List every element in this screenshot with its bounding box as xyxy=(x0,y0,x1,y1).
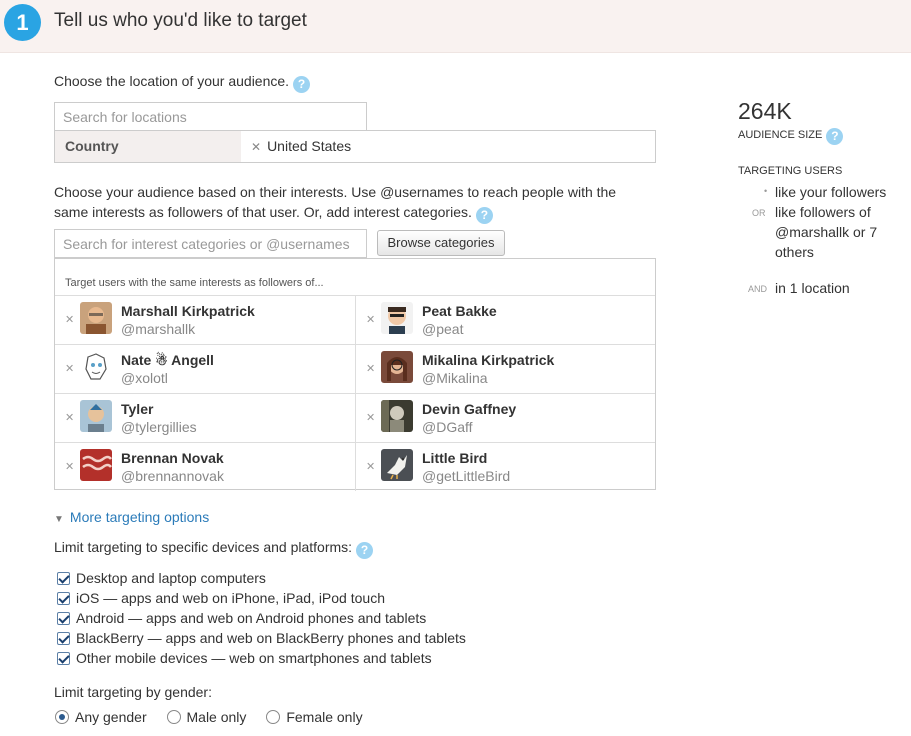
help-icon[interactable]: ? xyxy=(475,207,493,224)
remove-icon[interactable]: ✕ xyxy=(366,362,375,375)
gender-option-male[interactable]: Male only xyxy=(166,709,246,725)
location-type-label: Country xyxy=(55,131,241,162)
summary-and: AND xyxy=(748,284,768,294)
summary-line-followers: like your followers xyxy=(775,184,887,200)
targeted-user: ✕ Devin Gaffney @DGaff xyxy=(355,393,655,442)
interest-search-input[interactable]: Search for interest categories or @usern… xyxy=(54,229,367,258)
bullet-dot: • xyxy=(764,186,768,196)
device-option-blackberry[interactable]: BlackBerry — apps and web on BlackBerry … xyxy=(57,630,466,646)
remove-icon[interactable]: ✕ xyxy=(65,313,74,326)
device-option-desktop[interactable]: Desktop and laptop computers xyxy=(57,570,266,586)
checkbox-checked[interactable] xyxy=(57,612,70,625)
interests-label: Choose your audience based on their inte… xyxy=(54,184,617,224)
targeted-user: ✕ Marshall Kirkpatrick @marshallk xyxy=(55,295,355,344)
avatar xyxy=(80,351,112,383)
device-option-android[interactable]: Android — apps and web on Android phones… xyxy=(57,610,426,626)
radio-selected[interactable] xyxy=(55,710,69,724)
summary-line-others: others xyxy=(775,244,814,260)
audience-size-value: 264K xyxy=(738,98,792,124)
remove-icon[interactable]: ✕ xyxy=(251,140,261,154)
remove-icon[interactable]: ✕ xyxy=(366,460,375,473)
help-icon[interactable]: ? xyxy=(356,542,374,559)
checkbox-checked[interactable] xyxy=(57,652,70,665)
targeted-user: ✕ Brennan Novak @brennannovak xyxy=(55,442,355,491)
targeted-users-box: Target users with the same interests as … xyxy=(54,258,656,491)
checkbox-checked[interactable] xyxy=(57,632,70,645)
targeted-user: ✕ Mikalina Kirkpatrick @Mikalina xyxy=(355,344,655,393)
remove-icon[interactable]: ✕ xyxy=(65,460,74,473)
more-targeting-options-link[interactable]: ▼ More targeting options xyxy=(54,509,209,525)
avatar xyxy=(381,400,413,432)
summary-or: OR xyxy=(752,208,766,218)
device-option-ios[interactable]: iOS — apps and web on iPhone, iPad, iPod… xyxy=(57,590,385,606)
gender-option-any[interactable]: Any gender xyxy=(55,709,147,725)
summary-line-like-followers: like followers of xyxy=(775,204,871,220)
location-search-input[interactable]: Search for locations xyxy=(54,102,367,130)
location-label: Choose the location of your audience.? xyxy=(54,73,311,93)
remove-icon[interactable]: ✕ xyxy=(366,313,375,326)
gender-label: Limit targeting by gender: xyxy=(54,684,212,700)
targeted-user: ✕ Tyler @tylergillies xyxy=(55,393,355,442)
gender-options: Any gender Male only Female only xyxy=(55,709,379,725)
remove-icon[interactable]: ✕ xyxy=(366,411,375,424)
location-row: Country ✕ United States xyxy=(54,130,656,163)
summary-line-location: in 1 location xyxy=(775,280,850,296)
avatar xyxy=(80,449,112,481)
audience-size-label: AUDIENCE SIZE? xyxy=(738,128,844,145)
browse-categories-button[interactable]: Browse categories xyxy=(377,230,505,256)
avatar xyxy=(381,449,413,481)
step-number-badge: 1 xyxy=(4,4,41,41)
avatar xyxy=(80,400,112,432)
targeted-user: ✕ Little Bird @getLittleBird xyxy=(355,442,655,491)
help-icon[interactable]: ? xyxy=(826,128,844,145)
avatar xyxy=(80,302,112,334)
step-title: Tell us who you'd like to target xyxy=(54,10,307,31)
remove-icon[interactable]: ✕ xyxy=(65,362,74,375)
targeting-users-label: TARGETING USERS xyxy=(738,165,843,177)
avatar xyxy=(381,302,413,334)
gender-option-female[interactable]: Female only xyxy=(266,709,363,725)
targeted-user: ✕ Peat Bakke @peat xyxy=(355,295,655,344)
summary-line-handle: @marshallk or 7 xyxy=(775,224,878,240)
avatar xyxy=(381,351,413,383)
radio-unselected[interactable] xyxy=(166,710,181,724)
location-selected: ✕ United States xyxy=(251,138,352,154)
device-option-other-mobile[interactable]: Other mobile devices — web on smartphone… xyxy=(57,650,432,666)
checkbox-checked[interactable] xyxy=(57,592,70,605)
radio-unselected[interactable] xyxy=(266,710,281,724)
targeted-users-caption: Target users with the same interests as … xyxy=(65,277,324,289)
triangle-down-icon: ▼ xyxy=(54,514,64,525)
devices-label: Limit targeting to specific devices and … xyxy=(54,539,374,559)
remove-icon[interactable]: ✕ xyxy=(65,411,74,424)
help-icon[interactable]: ? xyxy=(293,76,311,93)
targeted-user: ✕ Nate ☃ Angell @xolotl xyxy=(55,344,355,393)
step-header: 1 Tell us who you'd like to target xyxy=(0,0,911,53)
checkbox-checked[interactable] xyxy=(57,572,70,585)
